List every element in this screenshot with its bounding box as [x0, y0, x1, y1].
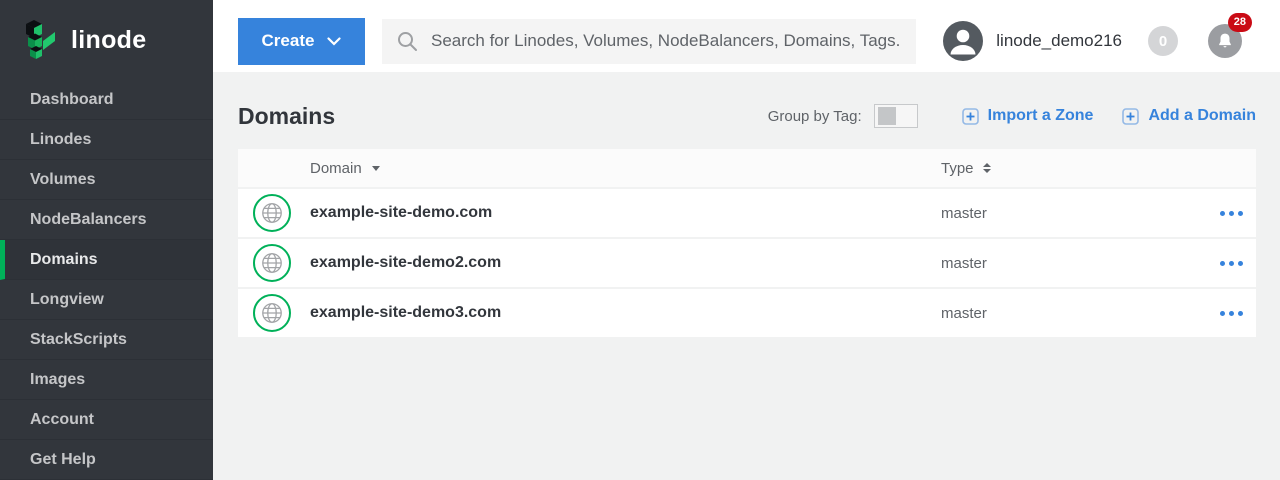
column-header-type[interactable]: Type	[941, 160, 1196, 177]
page-title: Domains	[238, 103, 768, 130]
import-zone-label: Import a Zone	[988, 107, 1094, 125]
sidebar-item-linodes[interactable]: Linodes	[0, 120, 213, 160]
brand-name: linode	[71, 26, 146, 55]
search-input[interactable]	[429, 30, 902, 52]
events-count: 0	[1159, 33, 1167, 50]
notifications-button[interactable]: 28	[1208, 24, 1242, 58]
row-actions-button[interactable]	[1196, 211, 1256, 216]
row-actions-button[interactable]	[1196, 311, 1256, 316]
table-row[interactable]: example-site-demo.com master	[238, 189, 1256, 239]
sidebar-item-label: Domains	[30, 251, 98, 269]
group-by-tag-toggle[interactable]	[874, 104, 918, 128]
sidebar-item-images[interactable]: Images	[0, 360, 213, 400]
domains-table-body: example-site-demo.com master example-sit…	[238, 189, 1256, 339]
linode-logo-icon	[20, 17, 62, 63]
username: linode_demo216	[996, 31, 1122, 51]
create-button-label: Create	[262, 31, 315, 51]
plus-square-icon	[962, 108, 979, 125]
domain-name: example-site-demo2.com	[310, 254, 941, 272]
toggle-knob	[878, 107, 896, 125]
sidebar-item-longview[interactable]: Longview	[0, 280, 213, 320]
table-row[interactable]: example-site-demo3.com master	[238, 289, 1256, 339]
globe-icon	[253, 244, 291, 282]
domains-table-header: Domain Type	[238, 149, 1256, 189]
plus-square-icon	[1122, 108, 1139, 125]
caret-down-icon	[372, 166, 380, 171]
user-menu[interactable]: linode_demo216	[943, 21, 1122, 61]
sidebar-item-dashboard[interactable]: Dashboard	[0, 80, 213, 120]
sidebar-item-stackscripts[interactable]: StackScripts	[0, 320, 213, 360]
sidebar: linode Dashboard Linodes Volumes NodeBal…	[0, 0, 213, 480]
notification-count-badge: 28	[1228, 13, 1252, 32]
caret-up-down-icon	[983, 163, 991, 173]
globe-icon	[253, 194, 291, 232]
top-bar: Create linode_demo216 0	[213, 0, 1280, 72]
domain-type: master	[941, 255, 1196, 272]
sidebar-item-label: Account	[30, 411, 94, 429]
bell-icon	[1215, 31, 1235, 51]
import-zone-link[interactable]: Import a Zone	[962, 107, 1094, 125]
domain-name: example-site-demo3.com	[310, 304, 941, 322]
page-header: Domains Group by Tag: Import a Zone	[238, 96, 1256, 136]
add-domain-link[interactable]: Add a Domain	[1122, 107, 1256, 125]
create-button[interactable]: Create	[238, 18, 365, 65]
page-controls: Group by Tag: Import a Zone Add a Doma	[768, 104, 1256, 128]
sidebar-item-nodebalancers[interactable]: NodeBalancers	[0, 200, 213, 240]
sidebar-item-label: Get Help	[30, 451, 96, 469]
domains-table: Domain Type exa	[238, 149, 1256, 339]
search-icon	[396, 30, 418, 52]
add-domain-label: Add a Domain	[1148, 107, 1256, 125]
row-actions-button[interactable]	[1196, 261, 1256, 266]
global-search[interactable]	[382, 19, 916, 64]
events-count-badge[interactable]: 0	[1148, 26, 1178, 56]
avatar-icon	[943, 21, 983, 61]
sidebar-item-volumes[interactable]: Volumes	[0, 160, 213, 200]
column-header-domain[interactable]: Domain	[310, 160, 941, 177]
sidebar-item-label: Dashboard	[30, 91, 114, 109]
main-content: Domains Group by Tag: Import a Zone	[213, 72, 1280, 480]
sidebar-item-label: Volumes	[30, 171, 96, 189]
domain-type: master	[941, 305, 1196, 322]
sidebar-item-label: StackScripts	[30, 331, 127, 349]
domain-type: master	[941, 205, 1196, 222]
sidebar-item-account[interactable]: Account	[0, 400, 213, 440]
linode-brand[interactable]: linode	[0, 0, 213, 80]
sidebar-item-get-help[interactable]: Get Help	[0, 440, 213, 480]
sidebar-item-label: Longview	[30, 291, 104, 309]
table-row[interactable]: example-site-demo2.com master	[238, 239, 1256, 289]
sidebar-item-label: Images	[30, 371, 85, 389]
domain-name: example-site-demo.com	[310, 204, 941, 222]
chevron-down-icon	[327, 37, 341, 46]
sidebar-item-label: Linodes	[30, 131, 91, 149]
globe-icon	[253, 294, 291, 332]
sidebar-item-label: NodeBalancers	[30, 211, 147, 229]
group-by-tag-label: Group by Tag:	[768, 108, 862, 125]
sidebar-item-domains[interactable]: Domains	[0, 240, 213, 280]
sidebar-nav: Dashboard Linodes Volumes NodeBalancers …	[0, 80, 213, 480]
